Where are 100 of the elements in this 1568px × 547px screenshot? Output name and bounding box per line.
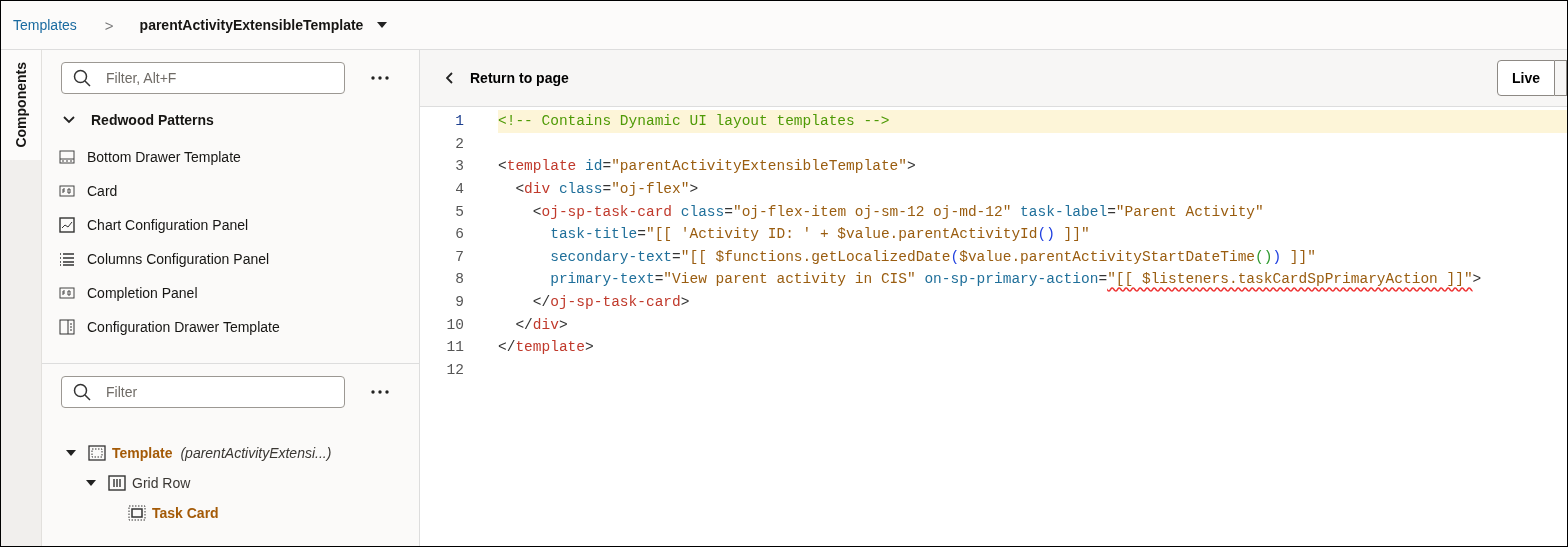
group-header[interactable]: Redwood Patterns (42, 94, 419, 136)
component-item[interactable]: Configuration Drawer Template (87, 319, 280, 335)
code-string: "oj-flex" (611, 181, 690, 198)
more-icon[interactable] (371, 390, 389, 394)
component-item[interactable]: Card (87, 183, 118, 199)
chevron-icon (63, 116, 75, 124)
code-tag: oj-sp-task-card (550, 294, 681, 311)
code-punctuation: = (672, 248, 681, 265)
code-punctuation: > (680, 294, 690, 311)
code-tag: div (532, 316, 559, 333)
code-parenthesis: () (1037, 226, 1055, 243)
line-number: 10 (445, 316, 464, 333)
code-tag: div (524, 181, 551, 198)
code-punctuation: < (498, 158, 507, 175)
disclosure-icon[interactable] (86, 480, 96, 486)
tree-item[interactable]: Template (112, 445, 173, 461)
code-attribute: on-sp-primary-action (923, 271, 1099, 288)
page-title: parentActivityExtensibleTemplate (139, 17, 364, 33)
code-attribute: task-label (1019, 203, 1108, 220)
line-number: 12 (445, 361, 464, 378)
line-number: 11 (445, 339, 464, 356)
component-item[interactable]: Bottom Drawer Template (87, 149, 241, 165)
code-punctuation: = (602, 158, 612, 175)
line-number: 7 (454, 248, 464, 265)
code-attribute: task-title (549, 226, 638, 243)
code-tag: oj-sp-task-card (541, 203, 673, 220)
code-parenthesis: ( (950, 248, 960, 265)
code-punctuation: > (585, 339, 594, 356)
code-punctuation: > (907, 158, 916, 175)
line-number: 3 (454, 158, 464, 175)
code-string: ]]" (1062, 226, 1090, 243)
code-punctuation: = (1098, 271, 1108, 288)
code-string: "[[ 'Activity ID: ' + $value.parentActivityId (645, 226, 1038, 243)
breadcrumb-link[interactable]: Templates (13, 17, 77, 33)
code-comment: <!-- Contains Dynamic UI layout templates --> (498, 113, 890, 130)
card-icon (128, 505, 146, 521)
list-icon (59, 251, 75, 267)
chart-icon (59, 217, 75, 233)
code-punctuation: < (514, 181, 525, 198)
mode-button[interactable] (1555, 60, 1567, 96)
code-punctuation: = (1107, 203, 1116, 220)
code-punctuation: </ (514, 316, 533, 333)
code-punctuation: > (689, 181, 699, 198)
code-tag: template (515, 339, 586, 356)
line-number: 4 (454, 181, 464, 198)
code-attribute: class (557, 181, 603, 198)
code-punctuation: </ (498, 339, 516, 356)
component-item[interactable]: Chart Configuration Panel (87, 217, 249, 233)
code-punctuation: = (724, 203, 733, 220)
filter-field[interactable]: Filter (61, 376, 345, 408)
code-punctuation: </ (531, 294, 551, 311)
code-string: "View parent activity in CIS" (663, 271, 916, 288)
code-string: ]]" (1288, 248, 1316, 265)
line-number: 5 (454, 203, 464, 220)
code-attribute: primary-text (549, 271, 655, 288)
code-punctuation: = (654, 271, 664, 288)
code-attribute: secondary-text (549, 248, 673, 265)
code-parenthesis: ) (1272, 248, 1282, 265)
breadcrumb-separator: > (104, 16, 114, 34)
code-string: $value.parentActivityStartDateTime (959, 248, 1256, 265)
code-string: "oj-flex-item oj-sm-12 oj-md-12" (732, 203, 1012, 220)
components-tab[interactable]: Components (1, 50, 41, 160)
code-string: "parentActivityExtensibleTemplate" (611, 158, 907, 175)
component-item[interactable]: Completion Panel (87, 285, 198, 301)
line-number: 9 (454, 294, 464, 311)
caret-icon[interactable] (377, 22, 388, 28)
more-icon[interactable] (371, 76, 389, 80)
chevron-icon (446, 72, 454, 84)
code-punctuation: < (531, 203, 542, 220)
tree-item[interactable]: Grid Row (132, 475, 191, 491)
filter-field[interactable]: Filter, Alt+F (61, 62, 345, 94)
code-punctuation: > (1472, 271, 1482, 288)
search-icon (73, 383, 91, 401)
code-string-error: "[[ $listeners.taskCardSpPrimaryAction ]]" (1107, 271, 1473, 288)
card-icon (59, 183, 75, 199)
tree-item[interactable]: Task Card (152, 505, 219, 521)
return-button[interactable]: Return to page (442, 66, 573, 90)
code-attribute: class (679, 203, 725, 220)
code-punctuation: = (602, 181, 612, 198)
line-number: 6 (454, 226, 464, 243)
live-button[interactable]: Live (1497, 60, 1555, 96)
line-number: 1 (454, 113, 464, 130)
tree-item-detail: (parentActivityExtensi...) (180, 445, 332, 461)
search-icon (73, 69, 91, 87)
template-icon (88, 445, 106, 461)
code-punctuation: = (637, 226, 646, 243)
code-string: "[[ $functions.getLocalizedDate (680, 248, 951, 265)
code-tag: template (506, 158, 577, 175)
drawer-icon (59, 149, 75, 165)
component-item[interactable]: Columns Configuration Panel (87, 251, 270, 267)
line-number: 8 (454, 271, 464, 288)
disclosure-icon[interactable] (66, 450, 76, 456)
code-parenthesis: () (1255, 248, 1273, 265)
code-punctuation: > (558, 316, 568, 333)
code-attribute: id (584, 158, 603, 175)
line-number: 2 (454, 135, 464, 152)
card-icon (59, 285, 75, 301)
panel-icon (59, 319, 75, 335)
code-string: "Parent Activity" (1115, 203, 1264, 220)
grid-icon (108, 475, 126, 491)
